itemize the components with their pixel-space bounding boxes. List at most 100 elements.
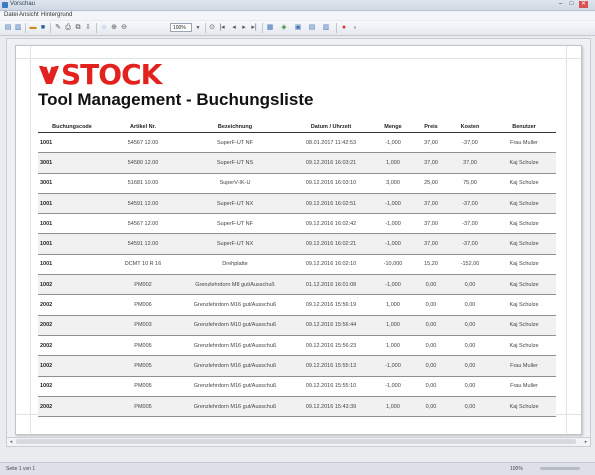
table-cell: 1,000 xyxy=(372,335,414,357)
table-cell: 0,00 xyxy=(448,396,492,418)
column-header[interactable]: Datum / Uhrzeit xyxy=(290,122,372,133)
table-cell: 0,00 xyxy=(448,274,492,296)
table-cell: 51681 10.00 xyxy=(106,173,180,194)
logo-mark-icon xyxy=(39,65,59,84)
print-icon[interactable]: ⎙ xyxy=(64,24,72,32)
last-page-icon[interactable]: ▸| xyxy=(250,24,258,32)
table-cell: 09.12.2016 16:03:10 xyxy=(290,173,372,194)
first-page-icon[interactable]: |◂ xyxy=(218,24,226,32)
table-cell: SuperF-UT NX xyxy=(180,233,290,255)
table-cell: Grenzlehrdorn M16 gut/Ausschuß xyxy=(180,355,290,377)
next-page-icon[interactable]: ▸ xyxy=(240,24,248,32)
table-cell: 1,000 xyxy=(372,315,414,336)
scroll-right-icon[interactable]: ▸ xyxy=(582,438,590,446)
table-cell: 0,00 xyxy=(448,355,492,377)
column-header[interactable]: Benutzer xyxy=(492,122,556,133)
scroll-left-icon[interactable]: ◂ xyxy=(7,438,15,446)
open-file-icon[interactable]: ▬ xyxy=(29,24,37,32)
table-cell: 0,00 xyxy=(414,315,448,336)
column-header[interactable]: Preis xyxy=(414,122,448,133)
copy-icon[interactable]: ⧉ xyxy=(74,24,82,32)
table-cell: Kaj Schulze xyxy=(492,193,556,215)
open-folder-icon[interactable]: ▥ xyxy=(14,24,22,32)
report-page: STOCK Tool Management - Buchungsliste Bu… xyxy=(15,45,582,435)
edit-icon[interactable]: ✎ xyxy=(54,24,62,32)
table-row: 1002 PM005 Grenzlehrdorn M16 gut/Ausschuß 0… xyxy=(38,376,556,397)
column-header[interactable]: Kosten xyxy=(448,122,492,133)
table-cell: 3001 xyxy=(38,152,106,174)
table-cell: 0,00 xyxy=(448,335,492,357)
zoom-in-icon[interactable]: ⊕ xyxy=(110,24,118,32)
page-layout-icon[interactable]: ▦ xyxy=(266,24,274,32)
table-cell: Kaj Schulze xyxy=(492,335,556,357)
table-cell: 2002 xyxy=(38,294,106,316)
menu-hintergrund[interactable]: Hintergrund xyxy=(41,12,72,18)
stop-icon[interactable]: ● xyxy=(340,24,348,32)
table-cell: 3,000 xyxy=(372,173,414,194)
save-icon[interactable]: ■ xyxy=(39,24,47,32)
table-cell: -1,000 xyxy=(372,213,414,235)
menu-ansicht[interactable]: Ansicht xyxy=(19,12,39,18)
background-color-icon[interactable]: ◈ xyxy=(280,24,288,32)
export-icon[interactable]: ⇩ xyxy=(84,24,92,32)
table-cell: 09.12.2016 15:43:39 xyxy=(290,396,372,418)
table-cell: 0,00 xyxy=(414,376,448,397)
toolbar: ▤ ▥ ▬ ■ ✎ ⎙ ⧉ ⇩ ○ ⊕ ⊖ 100% ▼ ⊙ |◂ ◂ ▸ ▸|… xyxy=(0,21,595,36)
menu-datei[interactable]: Datei xyxy=(4,12,18,18)
page-setup-icon[interactable]: ▤ xyxy=(308,24,316,32)
table-cell: DCMT 10 R 16 xyxy=(106,254,180,276)
horizontal-scrollbar[interactable]: ◂ ▸ xyxy=(6,437,591,447)
table-cell: 09.12.2016 15:56:19 xyxy=(290,294,372,316)
maximize-icon[interactable]: □ xyxy=(567,1,576,8)
close-icon[interactable]: ✕ xyxy=(579,1,588,8)
table-cell: 25,00 xyxy=(414,173,448,194)
table-cell: -37,00 xyxy=(448,233,492,255)
table-cell: Kaj Schulze xyxy=(492,173,556,194)
table-cell: 37,00 xyxy=(448,152,492,174)
table-cell: 37,00 xyxy=(414,193,448,215)
table-cell: Kaj Schulze xyxy=(492,254,556,276)
column-header[interactable]: Bezeichnung xyxy=(180,122,290,133)
table-cell: 09.12.2016 15:56:44 xyxy=(290,315,372,336)
table-row: 1002 PM005 Grenzlehrdorn M16 gut/Ausschuß 0… xyxy=(38,355,556,377)
column-header[interactable]: Artikel Nr. xyxy=(106,122,180,133)
margin-guide xyxy=(30,46,31,434)
minimize-icon[interactable]: – xyxy=(556,1,565,8)
table-row: 1001 54591 12.00 SuperF-UT NX 09.12.2016 16… xyxy=(38,233,556,255)
table-cell: 2002 xyxy=(38,315,106,336)
zoom-select[interactable]: 100% xyxy=(170,23,192,32)
table-cell: Grenzlehrdorn M16 gut/Ausschuß xyxy=(180,335,290,357)
watermark-icon[interactable]: ▣ xyxy=(294,24,302,32)
column-header[interactable]: Buchungscode xyxy=(38,122,106,133)
column-header[interactable]: Menge xyxy=(372,122,414,133)
table-cell: SuperV-IK-U xyxy=(180,173,290,194)
preview-viewport[interactable]: STOCK Tool Management - Buchungsliste Bu… xyxy=(6,38,591,438)
table-cell: -1,000 xyxy=(372,376,414,397)
view-icon[interactable]: ▥ xyxy=(322,24,330,32)
zoom-slider[interactable] xyxy=(540,467,580,470)
app-icon xyxy=(2,2,8,8)
table-cell: Kaj Schulze xyxy=(492,213,556,235)
table-cell: 1001 xyxy=(38,254,106,276)
booking-table: Buchungscode Artikel Nr. Bezeichnung Dat… xyxy=(38,122,556,418)
table-cell: 1,000 xyxy=(372,396,414,418)
prev-page-icon[interactable]: ◂ xyxy=(230,24,238,32)
table-cell: 3001 xyxy=(38,173,106,194)
table-header: Buchungscode Artikel Nr. Bezeichnung Dat… xyxy=(38,122,556,133)
zoom-out-icon[interactable]: ⊖ xyxy=(120,24,128,32)
table-cell: 09.12.2016 15:55:13 xyxy=(290,355,372,377)
chevron-down-icon[interactable]: ▼ xyxy=(194,24,202,32)
table-cell: Frau Muller xyxy=(492,376,556,397)
more-icon[interactable]: » xyxy=(351,24,359,32)
table-cell: -37,00 xyxy=(448,193,492,215)
table-cell: PM003 xyxy=(106,315,180,336)
search-icon[interactable]: ○ xyxy=(100,24,108,32)
table-row: 1002 PM002 Grenzlehrdorn M8 gut/Ausschuß 01… xyxy=(38,274,556,296)
table-cell: 1001 xyxy=(38,132,106,154)
scrollbar-thumb[interactable] xyxy=(16,439,576,444)
table-cell: Grenzlehrdorn M8 gut/Ausschuß xyxy=(180,274,290,296)
zoom-tool-icon[interactable]: ⊙ xyxy=(208,24,216,32)
table-cell: 54591 12.00 xyxy=(106,233,180,255)
open-icon[interactable]: ▤ xyxy=(4,24,12,32)
table-cell: 54591 12.00 xyxy=(106,193,180,215)
